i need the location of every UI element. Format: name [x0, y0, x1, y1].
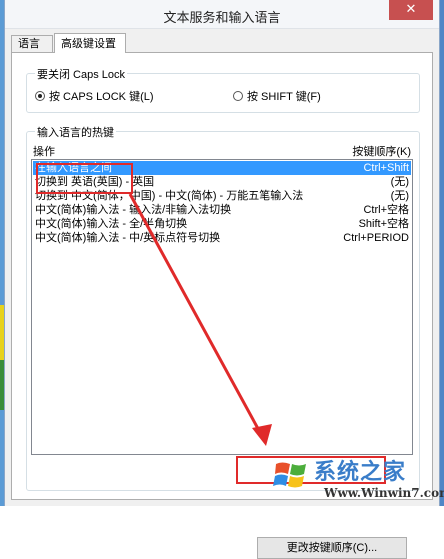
column-header-operation: 操作 — [33, 146, 55, 158]
tab-panel: 要关闭 Caps Lock 按 CAPS LOCK 键(L) 按 SHIFT 键… — [11, 52, 433, 559]
hotkey-legend: 输入语言的热键 — [35, 124, 116, 140]
item-operation: 切换到 中文(简体，中国) - 中文(简体) - 万能五笔输入法 — [35, 190, 304, 202]
item-key: Ctrl+Shift — [363, 162, 409, 174]
item-key: Ctrl+PERIOD — [343, 232, 409, 244]
radio-label: 按 SHIFT 键(F) — [247, 91, 321, 103]
window-title: 文本服务和输入语言 — [163, 10, 281, 25]
item-operation: 中文(简体)输入法 - 输入法/非输入法切换 — [35, 204, 232, 216]
radio-indicator[interactable] — [233, 91, 243, 101]
windows-logo-icon — [273, 462, 306, 488]
item-key: (无) — [390, 176, 409, 188]
list-item[interactable]: 在输入语言之间 Ctrl+Shift — [33, 161, 411, 175]
caps-lock-group: 要关闭 Caps Lock 按 CAPS LOCK 键(L) 按 SHIFT 键… — [26, 66, 420, 113]
tab-label: 高级键设置 — [61, 38, 116, 50]
watermark-brand: 系统之家 — [314, 460, 407, 485]
close-button[interactable]: ✕ — [389, 0, 433, 20]
list-item[interactable]: 中文(简体)输入法 - 全/半角切换 Shift+空格 — [33, 217, 411, 231]
item-operation: 中文(简体)输入法 - 中/英标点符号切换 — [35, 232, 221, 244]
hotkey-group: 输入语言的热键 操作 按键顺序(K) 在输入语言之间 Ctrl+Shift 切换… — [26, 124, 420, 559]
item-operation: 中文(简体)输入法 - 全/半角切换 — [35, 218, 188, 230]
item-key: Shift+空格 — [358, 218, 409, 230]
list-item[interactable]: 切换到 中文(简体，中国) - 中文(简体) - 万能五笔输入法 (无) — [33, 189, 411, 203]
radio-shift[interactable]: 按 SHIFT 键(F) — [233, 88, 321, 104]
title-bar[interactable]: 文本服务和输入语言 ✕ — [5, 0, 439, 29]
tab-language-bar[interactable]: 语言栏 — [11, 35, 53, 67]
change-key-sequence-button[interactable]: 更改按键顺序(C)... — [257, 537, 407, 559]
dialog-window: 文本服务和输入语言 ✕ 语言栏 高级键设置 要关闭 Caps Lock 按 CA… — [4, 0, 440, 559]
watermark-url: Www.Winwin7.com — [324, 486, 444, 500]
list-item[interactable]: 中文(简体)输入法 - 中/英标点符号切换 Ctrl+PERIOD — [33, 231, 411, 245]
list-item[interactable]: 中文(简体)输入法 - 输入法/非输入法切换 Ctrl+空格 — [33, 203, 411, 217]
close-icon: ✕ — [405, 2, 417, 17]
item-key: (无) — [390, 190, 409, 202]
radio-indicator-checked[interactable] — [35, 91, 45, 101]
item-key: Ctrl+空格 — [363, 204, 409, 216]
hotkey-list[interactable]: 在输入语言之间 Ctrl+Shift 切换到 英语(英国) - 英国 (无) 切… — [31, 159, 413, 455]
radio-caps-lock[interactable]: 按 CAPS LOCK 键(L) — [35, 88, 154, 104]
item-operation: 切换到 英语(英国) - 英国 — [35, 176, 155, 188]
list-item[interactable]: 切换到 英语(英国) - 英国 (无) — [33, 175, 411, 189]
item-operation: 在输入语言之间 — [35, 162, 112, 174]
caps-lock-legend: 要关闭 Caps Lock — [35, 66, 128, 82]
column-header-key-sequence: 按键顺序(K) — [352, 146, 411, 158]
tab-advanced-key-settings[interactable]: 高级键设置 — [54, 33, 126, 53]
list-header: 操作 按键顺序(K) — [31, 142, 413, 158]
site-watermark: 系统之家 Www.Winwin7.com — [268, 452, 444, 506]
radio-label: 按 CAPS LOCK 键(L) — [49, 91, 154, 103]
desktop-edge-right — [440, 0, 444, 506]
